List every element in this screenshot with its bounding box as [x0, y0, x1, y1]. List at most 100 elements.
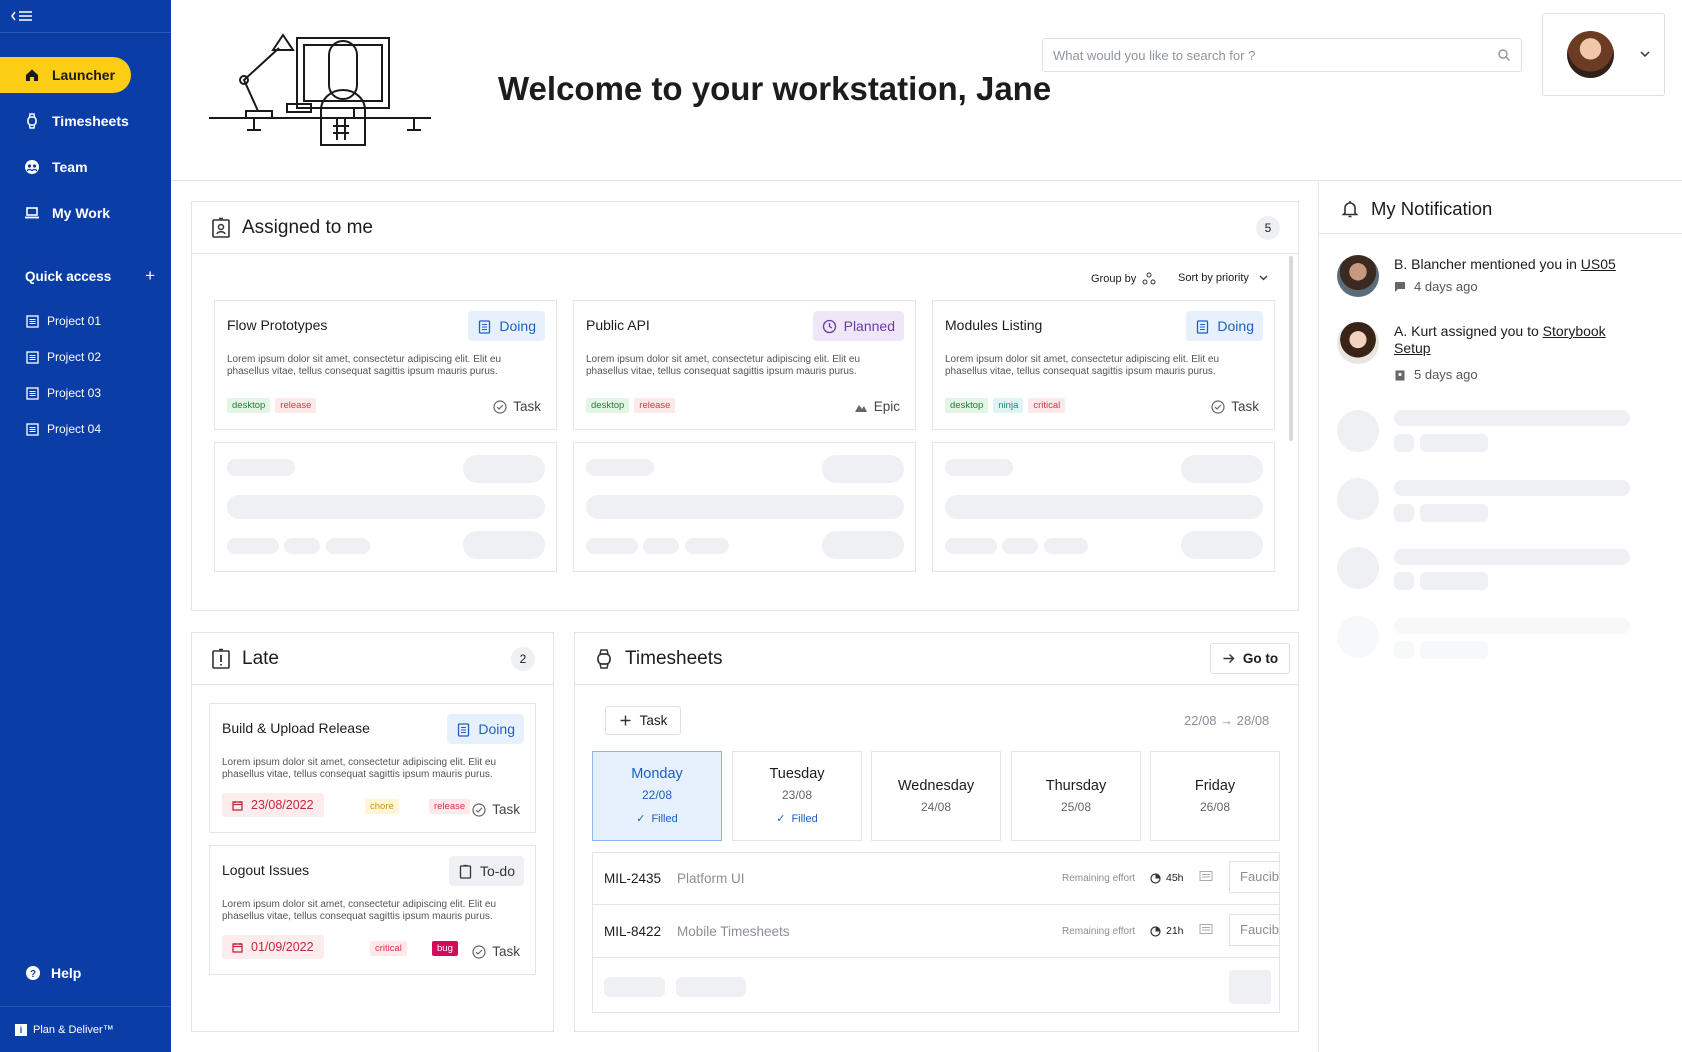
due-date-badge: 01/09/2022	[222, 935, 324, 959]
notification-text: B. Blancher mentioned you in	[1394, 256, 1581, 272]
tag: chore	[365, 799, 399, 814]
watch-icon	[27, 113, 37, 129]
day-status-label: Filled	[651, 812, 678, 825]
comment-icon[interactable]	[1199, 923, 1213, 937]
status-label: Doing	[499, 318, 536, 334]
day-card-wednesday[interactable]: Wednesday 24/08	[871, 751, 1001, 841]
go-to-button[interactable]: Go to	[1210, 643, 1290, 674]
day-card-thursday[interactable]: Thursday 25/08	[1011, 751, 1141, 841]
day-name: Wednesday	[897, 778, 975, 794]
plus-icon	[620, 715, 631, 726]
card-description: Lorem ipsum dolor sit amet, consectetur …	[586, 354, 861, 377]
task-card[interactable]: Public API Planned Lorem ipsum dolor sit…	[573, 300, 916, 430]
svg-text:?: ?	[30, 969, 36, 980]
add-quick-access-icon[interactable]: +	[145, 267, 155, 284]
status-badge[interactable]: Doing	[1186, 311, 1263, 341]
project-label: Project 02	[47, 350, 102, 364]
card-title: Flow Prototypes	[227, 317, 328, 333]
clock-icon	[822, 319, 836, 333]
card-type-label: Epic	[873, 399, 900, 414]
assigned-badge-icon	[212, 217, 230, 238]
clipboard-icon	[1197, 319, 1209, 334]
day-name: Tuesday	[769, 766, 825, 782]
table-row[interactable]: MIL-2435 Platform UI Remaining effort 45…	[592, 852, 1280, 905]
quick-access-project[interactable]: Project 03	[26, 386, 101, 400]
day-date: 23/08	[781, 788, 813, 802]
card-type: Task	[472, 802, 520, 817]
hours-value: 45h	[1166, 872, 1184, 884]
card-title: Build & Upload Release	[222, 720, 370, 736]
sort-by-dropdown[interactable]: Sort by priority	[1178, 272, 1268, 284]
status-label: Doing	[478, 721, 515, 737]
day-card-monday[interactable]: Monday 22/08 ✓ Filled	[592, 751, 722, 841]
check-circle-icon	[472, 802, 486, 817]
nav-launcher[interactable]: Launcher	[0, 57, 131, 93]
project-label: Project 04	[47, 422, 102, 436]
remaining-hours: 45h	[1150, 872, 1184, 884]
clipboard-icon	[459, 864, 472, 879]
sidebar-toggle[interactable]	[0, 0, 171, 33]
day-status: ✓ Filled	[733, 812, 861, 826]
team-icon	[25, 160, 39, 174]
status-badge[interactable]: To-do	[448, 856, 524, 886]
tag: release	[275, 398, 317, 413]
quick-access-project[interactable]: Project 02	[26, 350, 101, 364]
skeleton-card	[573, 442, 916, 572]
comment-icon[interactable]	[1199, 870, 1213, 884]
quick-access-header: Quick access +	[25, 267, 155, 284]
table-row[interactable]: MIL-8422 Mobile Timesheets Remaining eff…	[592, 905, 1280, 958]
day-card-tuesday[interactable]: Tuesday 23/08 ✓ Filled	[732, 751, 862, 841]
nav-timesheets[interactable]: Timesheets	[0, 103, 129, 139]
late-card[interactable]: Build & Upload Release Doing Lorem ipsum…	[209, 703, 536, 833]
due-date: 01/09/2022	[251, 940, 314, 954]
notification-item[interactable]: A. Kurt assigned you to Storybook Setup	[1394, 323, 1644, 357]
laptop-icon	[25, 207, 39, 219]
late-card[interactable]: Logout Issues To-do Lorem ipsum dolor si…	[209, 845, 536, 975]
hours-input[interactable]: Faucib	[1229, 861, 1280, 893]
help-link[interactable]: ? Help	[25, 965, 81, 981]
bell-icon	[1341, 201, 1359, 218]
nav-label: Team	[52, 159, 88, 175]
page-title: Welcome to your workstation, Jane	[498, 70, 1052, 107]
nav-team[interactable]: Team	[0, 149, 88, 185]
quick-access-project[interactable]: Project 01	[26, 314, 101, 328]
task-card[interactable]: Modules Listing Doing Lorem ipsum dolor …	[932, 300, 1275, 430]
tag-list: desktop release	[586, 398, 676, 413]
quick-access-label: Quick access	[25, 269, 112, 284]
clipboard-icon	[479, 319, 491, 334]
late-title: Late	[242, 647, 279, 669]
search-input[interactable]: What would you like to search for ?	[1042, 38, 1522, 72]
group-by-button[interactable]: Group by	[1091, 272, 1156, 286]
notification-meta: 5 days ago	[1394, 367, 1478, 382]
due-date: 23/08/2022	[251, 798, 314, 812]
add-task-button[interactable]: Task	[605, 706, 681, 735]
remaining-label: Remaining effort	[1062, 926, 1136, 937]
status-badge[interactable]: Planned	[812, 311, 904, 341]
nav-my-work[interactable]: My Work	[0, 195, 110, 231]
late-count: 2	[511, 646, 535, 671]
project-icon	[26, 314, 39, 328]
hours-input[interactable]: Faucib	[1229, 914, 1280, 946]
arrow-right-icon	[1223, 654, 1235, 663]
card-title: Public API	[586, 317, 650, 333]
tag: critical	[1028, 398, 1066, 413]
remaining-label: Remaining effort	[1062, 873, 1136, 884]
quick-access-project[interactable]: Project 04	[26, 422, 101, 436]
scrollbar[interactable]	[1289, 256, 1293, 441]
day-card-friday[interactable]: Friday 26/08	[1150, 751, 1280, 841]
tag: ninja	[993, 398, 1024, 413]
project-icon	[26, 422, 39, 436]
task-card[interactable]: Flow Prototypes Doing Lorem ipsum dolor …	[214, 300, 557, 430]
status-badge[interactable]: Doing	[447, 714, 524, 744]
search-placeholder: What would you like to search for ?	[1053, 47, 1256, 63]
status-badge[interactable]: Doing	[468, 311, 545, 341]
notification-link[interactable]: US05	[1581, 256, 1616, 272]
user-menu[interactable]	[1542, 13, 1665, 96]
timesheets-header: Timesheets	[575, 633, 1298, 685]
notification-item[interactable]: B. Blancher mentioned you in US05	[1394, 256, 1644, 273]
day-date: 24/08	[920, 800, 952, 814]
card-type: Task	[1211, 399, 1259, 414]
nav-label: Timesheets	[52, 113, 129, 129]
search-icon[interactable]	[1497, 48, 1511, 62]
notification-header: My Notification	[1340, 198, 1492, 220]
